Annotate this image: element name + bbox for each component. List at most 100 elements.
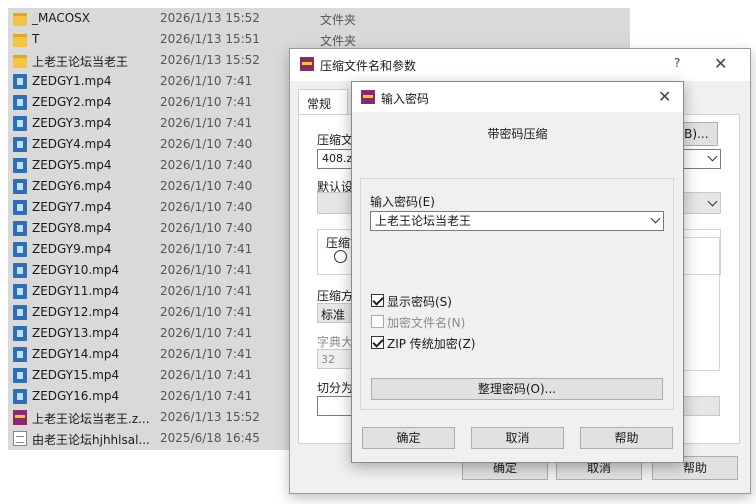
password-value: 上老王论坛当老王 <box>375 214 472 228</box>
file-name: ZEDGY3.mp4 <box>32 116 112 130</box>
file-name: ZEDGY11.mp4 <box>32 284 120 298</box>
file-date: 2026/1/10 7:41 <box>160 368 253 382</box>
file-name: ZEDGY13.mp4 <box>32 326 120 340</box>
winrar-app-icon <box>361 90 375 104</box>
file-name: ZEDGY10.mp4 <box>32 263 120 277</box>
folder-icon <box>13 13 27 26</box>
archive-file-icon <box>13 410 27 425</box>
format-radio[interactable] <box>334 250 347 263</box>
password-input[interactable]: 上老王论坛当老王 <box>370 211 664 231</box>
tab-general[interactable]: 常规 <box>298 89 348 115</box>
file-name: ZEDGY7.mp4 <box>32 200 112 214</box>
archive-dialog-title: 压缩文件名和参数 <box>320 59 417 73</box>
file-date: 2026/1/10 7:41 <box>160 284 253 298</box>
password-dialog-title: 输入密码 <box>381 92 430 106</box>
file-type: 文件夹 <box>320 13 357 27</box>
password-dialog-titlebar: 输入密码 ✕ <box>352 82 683 112</box>
file-name: ZEDGY15.mp4 <box>32 368 120 382</box>
organize-passwords-button[interactable]: 整理密码(O)... <box>371 378 663 400</box>
file-date: 2026/1/10 7:40 <box>160 200 253 214</box>
folder-icon <box>13 55 27 68</box>
file-date: 2026/1/10 7:41 <box>160 326 253 340</box>
file-name: ZEDGY9.mp4 <box>32 242 112 256</box>
file-name: ZEDGY6.mp4 <box>32 179 112 193</box>
file-name: ZEDGY16.mp4 <box>32 389 120 403</box>
file-date: 2026/1/10 7:41 <box>160 347 253 361</box>
file-name: ZEDGY5.mp4 <box>32 158 112 172</box>
video-file-icon <box>13 326 27 341</box>
file-type: 文件夹 <box>320 34 357 48</box>
method-label: 压缩方 <box>317 289 354 303</box>
split-label: 切分为 <box>317 381 354 395</box>
file-row[interactable]: T 2026/1/13 15:51 文件夹 <box>8 29 630 50</box>
file-date: 2026/1/10 7:41 <box>160 116 253 130</box>
file-date: 2026/1/10 7:41 <box>160 389 253 403</box>
archive-dialog-titlebar: 压缩文件名和参数 ? ✕ <box>290 49 750 81</box>
show-password-checkbox[interactable] <box>371 294 384 307</box>
close-icon[interactable]: ✕ <box>658 87 671 106</box>
archive-name-label: 压缩文 <box>317 133 354 147</box>
file-date: 2026/1/13 15:51 <box>160 32 260 46</box>
zip-legacy-checkbox[interactable] <box>371 336 384 349</box>
file-date: 2026/1/10 7:41 <box>160 74 253 88</box>
video-file-icon <box>13 200 27 215</box>
file-date: 2026/1/10 7:40 <box>160 221 253 235</box>
file-date: 2026/1/10 7:41 <box>160 242 253 256</box>
file-date: 2026/1/13 15:52 <box>160 53 260 67</box>
file-date: 2026/1/10 7:40 <box>160 137 253 151</box>
password-heading: 带密码压缩 <box>487 127 548 141</box>
file-name: _MACOSX <box>32 11 91 25</box>
password-cancel-button[interactable]: 取消 <box>471 427 564 449</box>
video-file-icon <box>13 116 27 131</box>
video-file-icon <box>13 74 27 89</box>
file-date: 2026/1/10 7:41 <box>160 263 253 277</box>
video-file-icon <box>13 221 27 236</box>
password-ok-button[interactable]: 确定 <box>362 427 455 449</box>
file-date: 2026/1/13 15:52 <box>160 11 260 25</box>
file-name: T <box>32 32 40 46</box>
video-file-icon <box>13 305 27 320</box>
close-icon[interactable]: ✕ <box>714 54 727 73</box>
file-name: 由老王论坛hjhhlsal... <box>32 433 150 447</box>
video-file-icon <box>13 347 27 362</box>
file-name: ZEDGY8.mp4 <box>32 221 112 235</box>
password-label: 输入密码(E) <box>370 195 435 209</box>
encrypt-names-checkbox[interactable] <box>371 315 384 328</box>
tab-general-label: 常规 <box>307 97 332 111</box>
file-name: ZEDGY14.mp4 <box>32 347 120 361</box>
file-date: 2026/1/10 7:41 <box>160 95 253 109</box>
dict-value: 32 <box>321 353 335 366</box>
chevron-down-icon <box>650 213 661 224</box>
file-date: 2026/1/10 7:40 <box>160 179 253 193</box>
zip-legacy-label: ZIP 传统加密(Z) <box>387 337 476 351</box>
file-row[interactable]: _MACOSX 2026/1/13 15:52 文件夹 <box>8 8 630 29</box>
password-dialog: 输入密码 ✕ 带密码压缩 输入密码(E) 上老王论坛当老王 显示密码(S) 加密… <box>351 81 684 463</box>
video-file-icon <box>13 368 27 383</box>
text-file-icon <box>13 431 27 446</box>
file-name: ZEDGY4.mp4 <box>32 137 112 151</box>
encrypt-names-label: 加密文件名(N) <box>387 316 466 330</box>
file-name: 上老王论坛当老王 <box>32 55 129 69</box>
file-date: 2026/1/13 15:52 <box>160 410 260 424</box>
dict-label: 字典大 <box>317 335 354 349</box>
video-file-icon <box>13 179 27 194</box>
file-name: ZEDGY12.mp4 <box>32 305 120 319</box>
video-file-icon <box>13 158 27 173</box>
video-file-icon <box>13 263 27 278</box>
file-name: 上老王论坛当老王.z... <box>32 412 150 426</box>
file-date: 2026/1/10 7:40 <box>160 158 253 172</box>
password-help-button[interactable]: 帮助 <box>580 427 673 449</box>
winrar-app-icon <box>300 57 314 71</box>
video-file-icon <box>13 242 27 257</box>
help-icon[interactable]: ? <box>674 56 680 70</box>
video-file-icon <box>13 389 27 404</box>
folder-icon <box>13 34 27 47</box>
chevron-down-icon <box>707 196 718 207</box>
video-file-icon <box>13 95 27 110</box>
file-date: 2026/1/10 7:41 <box>160 305 253 319</box>
file-date: 2025/6/18 16:45 <box>160 431 260 445</box>
show-password-label: 显示密码(S) <box>387 295 452 309</box>
file-name: ZEDGY2.mp4 <box>32 95 112 109</box>
video-file-icon <box>13 284 27 299</box>
file-name: ZEDGY1.mp4 <box>32 74 112 88</box>
